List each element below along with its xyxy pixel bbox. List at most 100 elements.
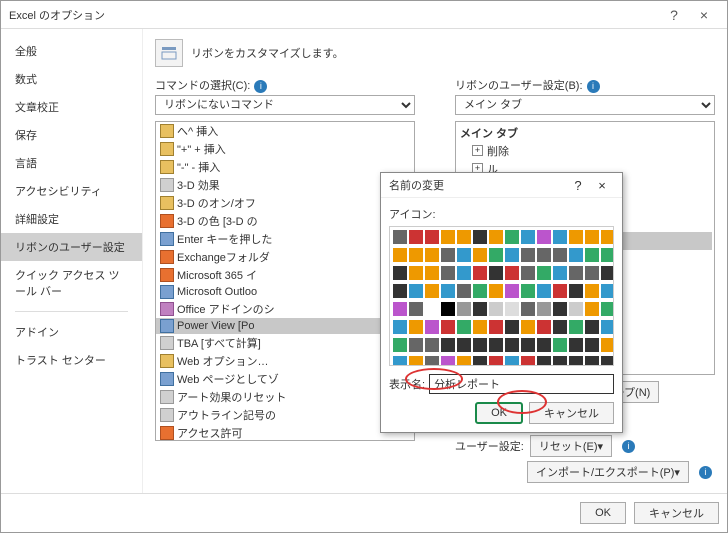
icon-choice[interactable] bbox=[537, 248, 551, 262]
list-item[interactable]: Exchangeフォルダ bbox=[156, 248, 414, 266]
icon-choice[interactable] bbox=[473, 338, 487, 352]
icon-choice[interactable] bbox=[601, 248, 614, 262]
icon-choice[interactable] bbox=[585, 284, 599, 298]
sidebar-item[interactable]: アクセシビリティ bbox=[1, 177, 142, 205]
icon-choice[interactable] bbox=[409, 230, 423, 244]
icon-choice[interactable] bbox=[601, 266, 614, 280]
list-item[interactable]: Office アドインのシ bbox=[156, 300, 414, 318]
icon-choice[interactable] bbox=[537, 356, 551, 366]
icon-choice[interactable] bbox=[585, 248, 599, 262]
reset-button[interactable]: リセット(E) ▾ bbox=[530, 435, 612, 457]
list-item[interactable]: Enter キーを押した bbox=[156, 230, 414, 248]
icon-choice[interactable] bbox=[409, 302, 423, 316]
icon-choice[interactable] bbox=[457, 302, 471, 316]
icon-choice[interactable] bbox=[601, 284, 614, 298]
icon-choice[interactable] bbox=[505, 320, 519, 334]
list-item[interactable]: "+" + 挿入 bbox=[156, 140, 414, 158]
sidebar-item[interactable]: 数式 bbox=[1, 65, 142, 93]
icon-choice[interactable] bbox=[601, 320, 614, 334]
icon-choice[interactable] bbox=[537, 320, 551, 334]
icon-choice[interactable] bbox=[553, 230, 567, 244]
ribbon-combo[interactable]: メイン タブ bbox=[455, 95, 715, 115]
icon-choice[interactable] bbox=[601, 302, 614, 316]
list-item[interactable]: Power View [Po bbox=[156, 318, 414, 334]
sidebar-item[interactable]: 文章校正 bbox=[1, 93, 142, 121]
list-item[interactable]: アクセス許可 bbox=[156, 424, 414, 441]
icon-choice[interactable] bbox=[489, 266, 503, 280]
icon-choice[interactable] bbox=[585, 230, 599, 244]
icon-choice[interactable] bbox=[569, 356, 583, 366]
tree-node[interactable]: +削除 bbox=[458, 142, 712, 160]
icon-choice[interactable] bbox=[393, 320, 407, 334]
icon-choice[interactable] bbox=[409, 320, 423, 334]
icon-choice[interactable] bbox=[473, 230, 487, 244]
icon-choice[interactable] bbox=[569, 320, 583, 334]
icon-choice[interactable] bbox=[569, 230, 583, 244]
sidebar-item[interactable]: クイック アクセス ツール バー bbox=[1, 261, 142, 305]
icon-choice[interactable] bbox=[489, 302, 503, 316]
icon-choice[interactable] bbox=[441, 302, 455, 316]
list-item[interactable]: 3-D の色 [3-D の bbox=[156, 212, 414, 230]
sidebar-item[interactable]: 詳細設定 bbox=[1, 205, 142, 233]
list-item[interactable]: 3-D 効果 bbox=[156, 176, 414, 194]
icon-choice[interactable] bbox=[441, 248, 455, 262]
list-item[interactable]: TBA [すべて計算] bbox=[156, 334, 414, 352]
icon-choice[interactable] bbox=[425, 266, 439, 280]
icon-choice[interactable] bbox=[569, 338, 583, 352]
icon-choice[interactable] bbox=[441, 338, 455, 352]
icon-choice[interactable] bbox=[601, 338, 614, 352]
icon-choice[interactable] bbox=[457, 266, 471, 280]
list-item[interactable]: アウトライン記号の bbox=[156, 406, 414, 424]
dialog-cancel-button[interactable]: キャンセル bbox=[529, 402, 614, 424]
icon-choice[interactable] bbox=[601, 356, 614, 366]
icon-choice[interactable] bbox=[585, 302, 599, 316]
icon-choice[interactable] bbox=[521, 302, 535, 316]
info-icon[interactable]: i bbox=[622, 440, 635, 453]
icon-choice[interactable] bbox=[521, 266, 535, 280]
icon-grid[interactable] bbox=[389, 226, 614, 366]
list-item[interactable]: Microsoft 365 イ bbox=[156, 266, 414, 284]
icon-choice[interactable] bbox=[457, 338, 471, 352]
icon-choice[interactable] bbox=[553, 356, 567, 366]
icon-choice[interactable] bbox=[521, 284, 535, 298]
icon-choice[interactable] bbox=[393, 284, 407, 298]
dialog-close-button[interactable]: × bbox=[590, 178, 614, 193]
sidebar-item[interactable]: アドイン bbox=[1, 318, 142, 346]
list-item[interactable]: 3-D のオン/オフ bbox=[156, 194, 414, 212]
icon-choice[interactable] bbox=[553, 248, 567, 262]
icon-choice[interactable] bbox=[553, 302, 567, 316]
icon-choice[interactable] bbox=[569, 284, 583, 298]
sidebar-item[interactable]: 言語 bbox=[1, 149, 142, 177]
icon-choice[interactable] bbox=[489, 284, 503, 298]
icon-choice[interactable] bbox=[505, 230, 519, 244]
icon-choice[interactable] bbox=[473, 302, 487, 316]
icon-choice[interactable] bbox=[409, 356, 423, 366]
icon-choice[interactable] bbox=[553, 284, 567, 298]
icon-choice[interactable] bbox=[409, 338, 423, 352]
icon-choice[interactable] bbox=[537, 266, 551, 280]
icon-choice[interactable] bbox=[505, 266, 519, 280]
icon-choice[interactable] bbox=[553, 338, 567, 352]
icon-choice[interactable] bbox=[505, 356, 519, 366]
icon-choice[interactable] bbox=[489, 338, 503, 352]
list-item[interactable]: "-" - 挿入 bbox=[156, 158, 414, 176]
icon-choice[interactable] bbox=[569, 266, 583, 280]
sidebar-item[interactable]: 保存 bbox=[1, 121, 142, 149]
icon-choice[interactable] bbox=[393, 356, 407, 366]
ok-button[interactable]: OK bbox=[580, 502, 626, 524]
cancel-button[interactable]: キャンセル bbox=[634, 502, 719, 524]
icon-choice[interactable] bbox=[425, 284, 439, 298]
icon-choice[interactable] bbox=[425, 338, 439, 352]
icon-choice[interactable] bbox=[473, 356, 487, 366]
icon-choice[interactable] bbox=[489, 230, 503, 244]
icon-choice[interactable] bbox=[537, 338, 551, 352]
icon-choice[interactable] bbox=[553, 320, 567, 334]
icon-choice[interactable] bbox=[457, 356, 471, 366]
import-export-button[interactable]: インポート/エクスポート(P) ▾ bbox=[527, 461, 689, 483]
icon-choice[interactable] bbox=[425, 356, 439, 366]
icon-choice[interactable] bbox=[521, 248, 535, 262]
icon-choice[interactable] bbox=[505, 248, 519, 262]
info-icon[interactable]: i bbox=[699, 466, 712, 479]
icon-choice[interactable] bbox=[393, 302, 407, 316]
list-item[interactable]: へ^ 挿入 bbox=[156, 122, 414, 140]
